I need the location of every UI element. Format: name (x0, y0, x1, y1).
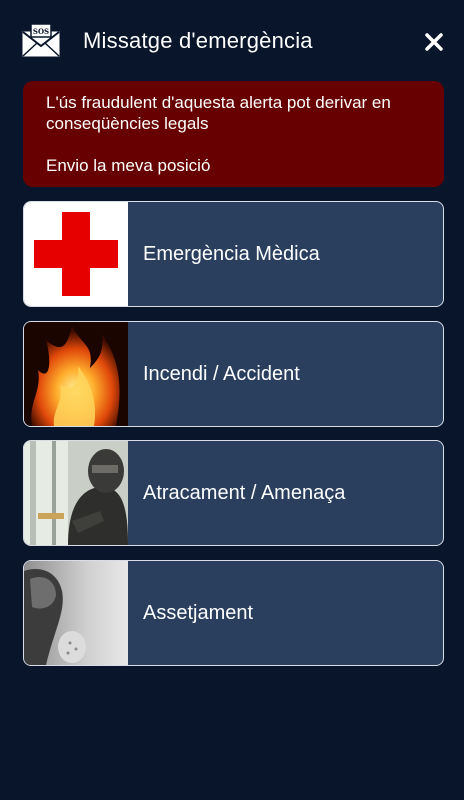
sos-icon-text: SOS (33, 27, 49, 36)
warning-legal-text: L'ús fraudulent d'aquesta alerta pot der… (46, 93, 391, 133)
legal-warning-banner: L'ús fraudulent d'aquesta alerta pot der… (23, 81, 444, 187)
option-label: Atracament / Amenaça (143, 481, 346, 504)
option-robbery-threat[interactable]: Atracament / Amenaça (23, 440, 444, 546)
fire-image (24, 322, 128, 426)
burglar-image (24, 441, 128, 545)
harassment-image (24, 561, 128, 665)
option-label: Emergència Mèdica (143, 242, 320, 265)
option-medical-emergency[interactable]: Emergència Mèdica (23, 201, 444, 307)
send-position-text: Envio la meva posició (46, 156, 211, 175)
option-label: Incendi / Accident (143, 362, 300, 385)
option-label: Assetjament (143, 601, 254, 624)
page-title: Missatge d'emergència (83, 28, 313, 53)
red-cross-icon (24, 202, 128, 306)
app-header: SOS Missatge d'emergència (0, 0, 464, 82)
option-fire-accident[interactable]: Incendi / Accident (23, 321, 444, 427)
sos-envelope-icon: SOS (22, 23, 60, 57)
close-icon[interactable] (420, 28, 448, 56)
option-harassment[interactable]: Assetjament (23, 560, 444, 666)
